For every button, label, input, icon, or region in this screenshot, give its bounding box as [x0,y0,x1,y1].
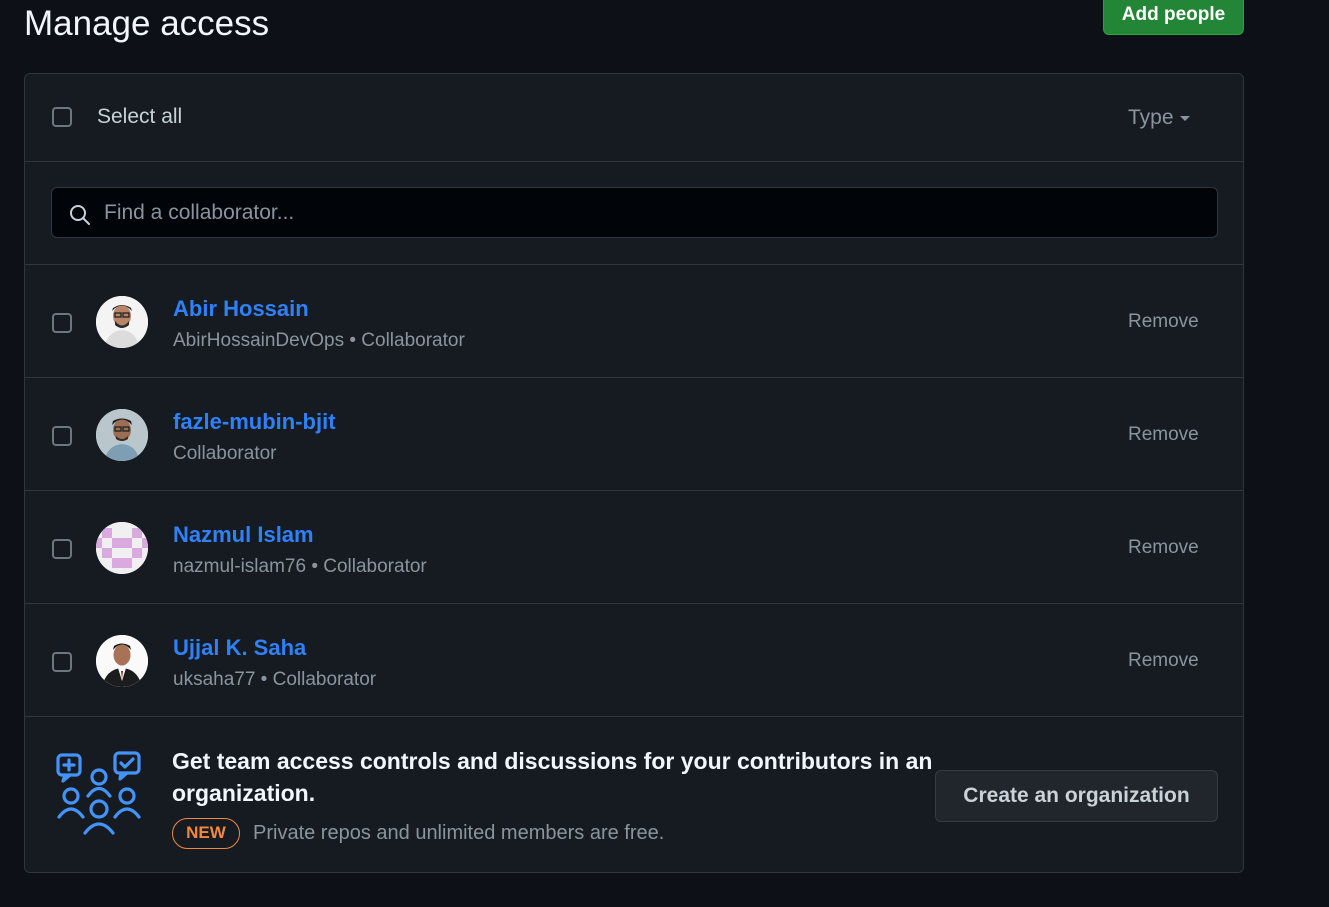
avatar[interactable] [96,522,148,574]
collaborator-name-link[interactable]: Ujjal K. Saha [173,635,306,661]
caret-down-icon [1179,115,1190,121]
search-icon [70,205,90,225]
add-people-button[interactable]: Add people [1103,0,1244,35]
collaborator-checkbox[interactable] [52,426,72,446]
collaborator-meta: uksaha77 • Collaborator [173,669,377,690]
avatar-image [96,409,148,461]
people-discussion-icon [56,751,141,835]
collaborator-checkbox[interactable] [52,539,72,559]
page-title: Manage access [24,4,270,43]
avatar[interactable] [96,409,148,461]
create-organization-button[interactable]: Create an organization [935,770,1218,822]
collaborator-checkbox[interactable] [52,313,72,333]
collaborator-row: Abir Hossain AbirHossainDevOps • Collabo… [25,265,1243,378]
promo-title: Get team access controls and discussions… [172,748,933,806]
collaborator-row: fazle-mubin-bjit Collaborator Remove [25,378,1243,491]
collaborator-checkbox[interactable] [52,652,72,672]
collaborator-name-link[interactable]: fazle-mubin-bjit [173,409,336,435]
collaborator-row: Nazmul Islam nazmul-islam76 • Collaborat… [25,491,1243,604]
identicon-avatar [96,522,148,574]
remove-button[interactable]: Remove [1128,537,1199,559]
avatar-image [96,635,148,687]
promo-subtitle: Private repos and unlimited members are … [253,822,665,844]
manage-access-page: Manage access Add people Select all Type [0,0,1329,907]
organization-promo: Get team access controls and discussions… [25,717,1243,872]
collaborator-name-link[interactable]: Abir Hossain [173,296,309,322]
collaborator-row: Ujjal K. Saha uksaha77 • Collaborator Re… [25,604,1243,717]
search-input[interactable] [104,188,1204,237]
remove-button[interactable]: Remove [1128,311,1199,333]
type-filter-label: Type [1128,106,1174,129]
remove-button[interactable]: Remove [1128,424,1199,446]
select-all-checkbox[interactable] [52,107,72,127]
panel-header: Select all Type [25,74,1243,162]
avatar-image [96,296,148,348]
select-all-label: Select all [97,105,183,128]
type-filter-dropdown[interactable]: Type [1128,106,1190,130]
collaborator-meta: Collaborator [173,443,277,464]
avatar[interactable] [96,296,148,348]
collaborator-name-link[interactable]: Nazmul Islam [173,522,314,548]
search-section [25,162,1243,265]
search-box [51,187,1218,238]
new-badge: NEW [172,818,240,849]
remove-button[interactable]: Remove [1128,650,1199,672]
collaborator-meta: AbirHossainDevOps • Collaborator [173,330,465,351]
collaborator-meta: nazmul-islam76 • Collaborator [173,556,427,577]
avatar[interactable] [96,635,148,687]
collaborators-panel: Select all Type Find a collaborator... A… [24,73,1244,873]
